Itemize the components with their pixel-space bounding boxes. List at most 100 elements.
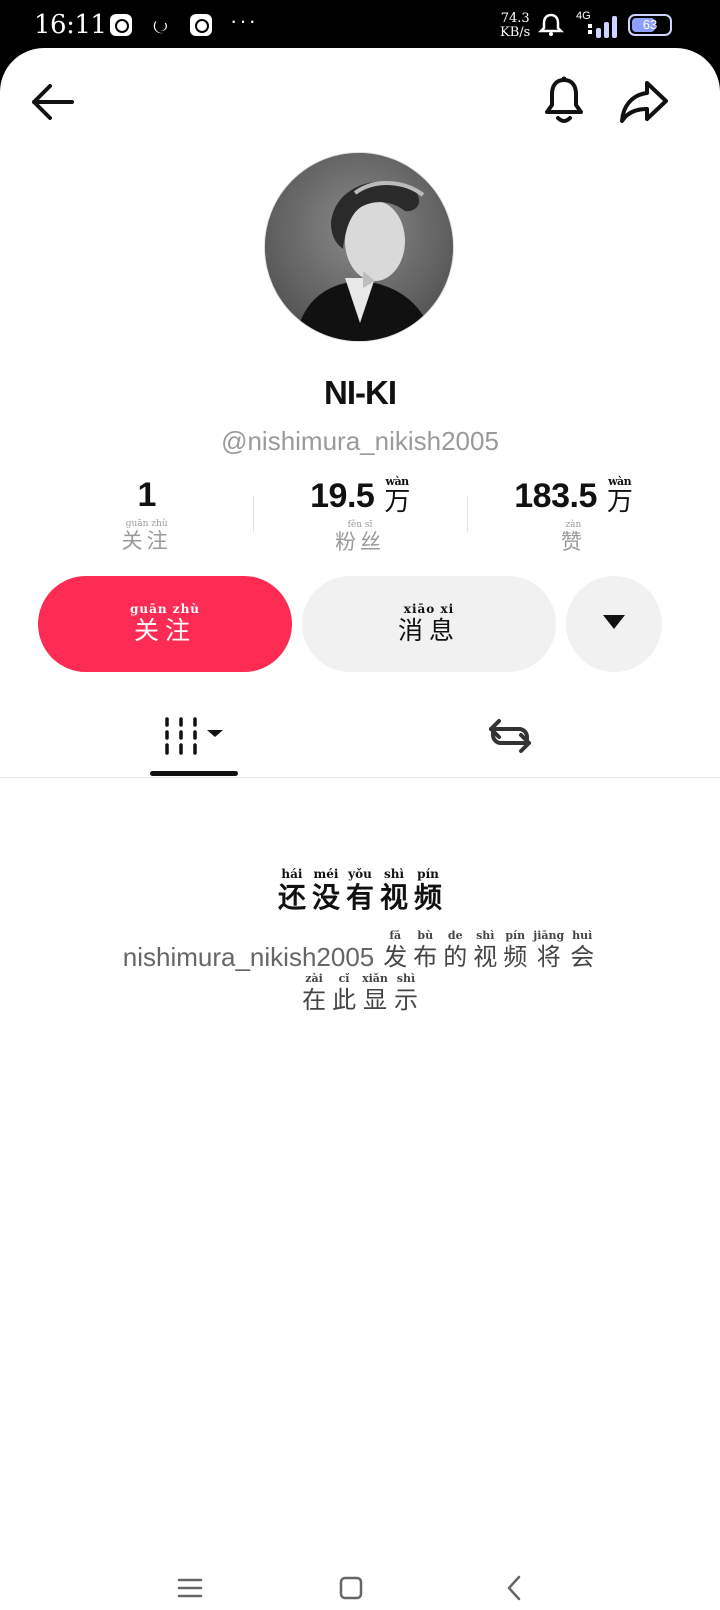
likes-label-pinyin: zàn <box>565 520 582 530</box>
alarm-bell-icon <box>537 12 565 43</box>
ruby-character: yǒu 有 <box>346 868 374 915</box>
ruby-character: huì 会 <box>570 929 594 972</box>
recent-apps-button[interactable] <box>170 1570 210 1610</box>
pinyin: zài <box>305 972 323 985</box>
ruby-character: pín 频 <box>414 868 442 915</box>
empty-state-username: nishimura_nikish2005 <box>122 942 375 972</box>
hanzi: 此 <box>332 986 357 1014</box>
menu-icon <box>176 1576 204 1605</box>
arrow-left-icon <box>28 82 76 127</box>
ruby-character: cǐ 此 <box>332 972 356 1015</box>
profile-handle: @nishimura_nikish2005 <box>221 426 499 456</box>
tab-reposts[interactable] <box>470 698 550 778</box>
square-icon <box>338 1575 364 1606</box>
pinyin: jiāng <box>533 929 565 942</box>
hanzi: 示 <box>393 986 418 1014</box>
empty-state: hái 还 méi 没 yǒu 有 shì 视 pín 频 nishimura_nikish200… <box>0 868 720 1015</box>
grid-bars-icon <box>161 715 227 762</box>
hanzi: 的 <box>443 943 468 971</box>
following-stat[interactable]: 1 guān zhù 关注 <box>40 476 253 556</box>
following-label: 关注 <box>121 529 172 553</box>
system-navigation-bar <box>0 1570 720 1610</box>
empty-state-title: hái 还 méi 没 yǒu 有 shì 视 pín 频 <box>275 868 445 915</box>
hanzi: 会 <box>570 943 595 971</box>
pinyin: shì <box>383 867 405 881</box>
pinyin: yǒu <box>348 867 372 881</box>
caret-down-icon <box>602 614 626 635</box>
notification-app-icon <box>110 14 132 36</box>
notification-bell-button[interactable] <box>536 74 592 130</box>
ruby-character: hái 还 <box>278 868 306 915</box>
followers-unit: 万 <box>384 487 410 517</box>
pinyin: fā <box>389 929 402 942</box>
empty-state-description-line-1: nishimura_nikish2005 fā 发 bù 布 de 的 shì 视 pín 频 ji… <box>123 929 597 972</box>
share-button[interactable] <box>616 76 672 132</box>
pinyin: shì <box>396 972 416 985</box>
more-options-button[interactable] <box>566 576 662 672</box>
followers-label-pinyin: fěn sī <box>347 520 373 530</box>
message-button-label: 消息 <box>397 615 460 645</box>
followers-stat[interactable]: 19.5 wàn 万 fěn sī 粉丝 <box>253 476 466 556</box>
pinyin: pín <box>505 929 526 942</box>
likes-unit: 万 <box>606 487 633 517</box>
pinyin: cǐ <box>338 972 350 985</box>
hanzi: 还 <box>277 881 306 914</box>
pinyin: méi <box>313 867 339 881</box>
hanzi: 视 <box>473 943 498 971</box>
notification-app-icon <box>190 14 212 36</box>
hanzi: 显 <box>363 986 387 1014</box>
likes-stat[interactable]: 183.5 wàn 万 zàn 赞 <box>466 476 680 556</box>
hanzi: 发 <box>383 943 408 971</box>
likes-label: 赞 <box>560 530 586 554</box>
status-bar: 16:11 ··· 74.3 KB/s 4G 63 <box>0 0 720 48</box>
network-speed: 74.3 KB/s <box>500 11 531 40</box>
profile-page: NI-KI @nishimura_nikish2005 1 guān zhù 关… <box>0 48 720 1610</box>
followers-count: 19.5 <box>310 477 375 515</box>
follow-button-label: 关注 <box>133 615 196 645</box>
ruby-character: bù 布 <box>413 929 437 972</box>
following-label-pinyin: guān zhù <box>125 519 168 529</box>
ruby-character: de 的 <box>443 929 467 972</box>
back-button[interactable] <box>24 76 80 132</box>
ruby-character: xiǎn 显 <box>362 972 388 1015</box>
hanzi: 频 <box>503 943 528 971</box>
pinyin: bù <box>417 929 434 942</box>
ruby-character: zài 在 <box>302 972 326 1015</box>
tab-videos[interactable] <box>150 698 238 778</box>
hanzi: 在 <box>302 986 327 1014</box>
pinyin: hái <box>281 867 303 881</box>
follow-button[interactable]: guān zhù 关注 <box>38 576 292 672</box>
hanzi: 有 <box>345 881 374 914</box>
share-arrow-icon <box>619 79 669 130</box>
empty-state-description-line-2: zài 在 cǐ 此 xiǎn 显 shì 示 <box>299 972 421 1015</box>
pinyin: de <box>447 929 463 942</box>
signal-icon <box>588 14 624 38</box>
follow-button-pinyin: guān zhù <box>129 601 201 616</box>
active-tab-indicator <box>150 771 238 776</box>
ruby-character: shì 视 <box>380 868 408 915</box>
system-back-button[interactable] <box>494 1570 534 1610</box>
home-button[interactable] <box>331 1570 371 1610</box>
bell-icon <box>541 75 587 130</box>
followers-label: 粉丝 <box>334 530 385 554</box>
status-time: 16:11 <box>34 10 107 40</box>
message-button[interactable]: xiāo xi 消息 <box>302 576 556 672</box>
ruby-character: fā 发 <box>383 929 407 972</box>
battery-icon: 63 <box>628 14 672 36</box>
ruby-character: jiāng 将 <box>533 929 564 972</box>
notification-app-icon <box>150 14 172 36</box>
pinyin: huì <box>572 929 593 942</box>
pinyin: pín <box>417 867 439 881</box>
avatar[interactable] <box>264 152 454 342</box>
likes-count: 183.5 <box>514 477 597 515</box>
ruby-character: pín 频 <box>503 929 527 972</box>
pinyin: shì <box>476 929 495 942</box>
profile-tabs <box>0 698 720 778</box>
more-notifications-icon: ··· <box>230 8 258 33</box>
hanzi: 频 <box>414 881 443 914</box>
message-button-pinyin: xiāo xi <box>403 601 455 616</box>
following-count: 1 <box>137 476 156 514</box>
hanzi: 视 <box>380 881 409 914</box>
profile-nickname: NI-KI <box>324 374 397 411</box>
pinyin: xiǎn <box>362 972 388 985</box>
